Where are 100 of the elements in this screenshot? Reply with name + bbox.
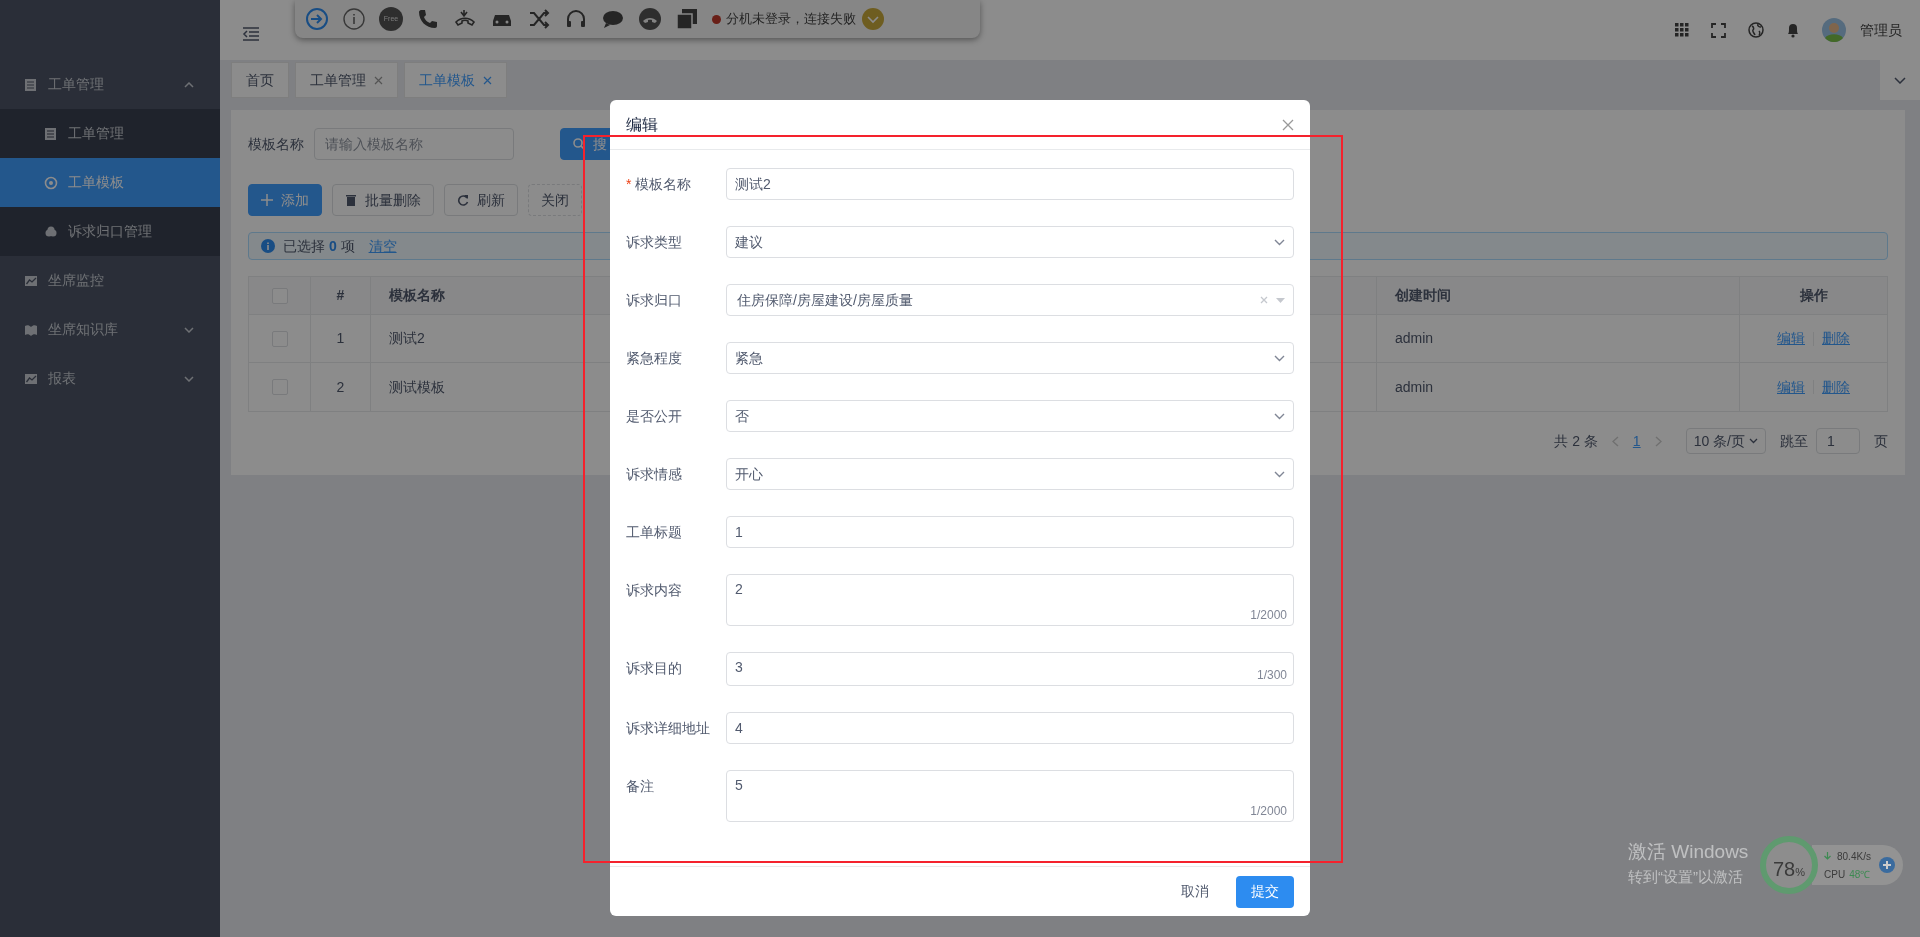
- page-link[interactable]: 1: [1632, 430, 1641, 452]
- table-cell-text: 1: [336, 329, 345, 348]
- activation-title: 激活 Windows: [1628, 840, 1749, 864]
- chevron-down-icon: [1274, 470, 1285, 478]
- chevron-down-icon: [1749, 438, 1758, 444]
- action-link[interactable]: 编辑: [1777, 376, 1805, 398]
- toolbar-button[interactable]: 关闭: [528, 184, 582, 216]
- select-field[interactable]: 开心: [726, 458, 1294, 490]
- close-icon[interactable]: [1282, 118, 1294, 131]
- avatar-icon[interactable]: [1822, 18, 1846, 42]
- text-area[interactable]: 5 1/2000: [726, 770, 1294, 822]
- field-label: 诉求归口: [626, 291, 683, 310]
- trash-icon: [345, 194, 357, 206]
- document-icon: [24, 77, 38, 92]
- chevron-down-icon: [1274, 354, 1285, 362]
- document-icon: [44, 126, 58, 141]
- selection-summary: 已选择 0 项: [283, 236, 355, 256]
- table-cell-text: 测试模板: [389, 377, 445, 397]
- chevron-down-icon: [1894, 76, 1906, 84]
- tab[interactable]: 工单模板: [404, 62, 507, 98]
- page-jump-field[interactable]: 1: [1816, 428, 1860, 454]
- submit-button[interactable]: 提交: [1236, 875, 1294, 908]
- select-field[interactable]: 建议: [726, 226, 1294, 258]
- clear-link[interactable]: 清空: [368, 235, 397, 257]
- hang-up-icon[interactable]: [638, 7, 662, 31]
- column-header: 模板名称: [389, 286, 445, 305]
- chart-icon: [24, 371, 38, 386]
- field-label: 紧急程度: [626, 349, 683, 368]
- text-field[interactable]: 4: [726, 712, 1294, 744]
- select-field[interactable]: 紧急: [726, 342, 1294, 374]
- info-icon[interactable]: [342, 7, 366, 31]
- action-link[interactable]: 编辑: [1777, 328, 1805, 349]
- field-label: 工单标题: [626, 523, 683, 542]
- table-cell-text: admin: [1395, 377, 1434, 397]
- close-icon[interactable]: [483, 75, 492, 85]
- dialog-title: 编辑: [626, 114, 658, 135]
- field-label: 是否公开: [626, 407, 683, 426]
- tab[interactable]: 首页: [231, 62, 289, 98]
- shuffle-icon[interactable]: [527, 7, 551, 31]
- tab[interactable]: 工单管理: [295, 62, 398, 98]
- fullscreen-icon[interactable]: [1711, 22, 1726, 38]
- cpu-temperature: 48℃: [1849, 867, 1871, 882]
- copy-icon[interactable]: [675, 7, 699, 31]
- login-icon[interactable]: [305, 7, 329, 31]
- book-icon: [24, 322, 38, 337]
- field-label: 诉求情感: [626, 465, 683, 484]
- toolbar-button[interactable]: 批量删除: [332, 184, 434, 216]
- action-link[interactable]: 删除: [1822, 376, 1850, 398]
- action-link[interactable]: 删除: [1822, 328, 1850, 349]
- table-cell-text: admin: [1395, 329, 1434, 348]
- field-label: * 模板名称: [626, 175, 693, 194]
- field-label: 诉求类型: [626, 233, 683, 252]
- sidebar-item[interactable]: 报表: [0, 354, 220, 403]
- aperture-icon: [44, 175, 58, 190]
- page-size-select[interactable]: 10 条/页: [1685, 428, 1766, 454]
- jump-label: 跳至: [1780, 431, 1808, 451]
- menu-fold-icon[interactable]: [242, 26, 260, 42]
- bell-icon[interactable]: [1786, 22, 1800, 38]
- chevron-down-icon: [1274, 412, 1285, 420]
- status-text: 分机未登录，连接失败: [726, 10, 856, 29]
- chevron-down-icon: [1274, 238, 1285, 246]
- caret-down-icon: [1276, 297, 1285, 303]
- usage-gauge: 78%: [1760, 836, 1818, 894]
- sidebar-item[interactable]: 工单模板: [0, 158, 220, 207]
- select-field[interactable]: 否: [726, 400, 1294, 432]
- toolbar-button[interactable]: 刷新: [444, 184, 518, 216]
- apps-grid-icon[interactable]: [1675, 23, 1689, 37]
- text-area[interactable]: 2 1/2000: [726, 574, 1294, 626]
- field-label: 诉求内容: [626, 581, 683, 600]
- text-area[interactable]: 3 1/300: [726, 652, 1294, 686]
- character-counter: 1/2000: [1250, 607, 1287, 624]
- field-label: 诉求目的: [626, 659, 683, 678]
- plus-circle-icon[interactable]: [1878, 857, 1895, 873]
- toolbar-button[interactable]: 添加: [248, 184, 322, 216]
- cancel-button[interactable]: 取消: [1166, 875, 1224, 908]
- sidebar-item[interactable]: 诉求归口管理: [0, 207, 220, 256]
- page-label: 页: [1874, 431, 1888, 451]
- text-field[interactable]: 1: [726, 516, 1294, 548]
- table-cell-text: 2: [336, 377, 345, 397]
- field-label: 备注: [626, 777, 655, 796]
- chevron-down-icon[interactable]: [862, 8, 884, 30]
- network-speed: 80.4K/s: [1837, 849, 1871, 864]
- user-name[interactable]: 管理员: [1860, 19, 1902, 41]
- close-icon[interactable]: [374, 75, 383, 85]
- column-header: #: [336, 286, 345, 305]
- phone-icon[interactable]: [416, 7, 440, 31]
- chart-icon: [24, 273, 38, 288]
- cpu-label: CPU: [1824, 867, 1846, 882]
- sidebar-item[interactable]: 工单管理: [0, 109, 220, 158]
- sidebar-item[interactable]: 工单管理: [0, 60, 220, 109]
- globe-icon[interactable]: [1748, 22, 1764, 38]
- download-arrow-icon: [1824, 852, 1831, 860]
- select-field[interactable]: 住房保障/房屋建设/房屋质量: [726, 284, 1294, 316]
- character-counter: 1/2000: [1250, 803, 1287, 820]
- text-field[interactable]: 测试2: [726, 168, 1294, 200]
- refresh-icon: [457, 194, 469, 206]
- sidebar-item[interactable]: 坐席知识库: [0, 305, 220, 354]
- search-field[interactable]: 请输入模板名称: [314, 128, 514, 160]
- sidebar-item[interactable]: 坐席监控: [0, 256, 220, 305]
- column-header: 创建时间: [1395, 286, 1451, 305]
